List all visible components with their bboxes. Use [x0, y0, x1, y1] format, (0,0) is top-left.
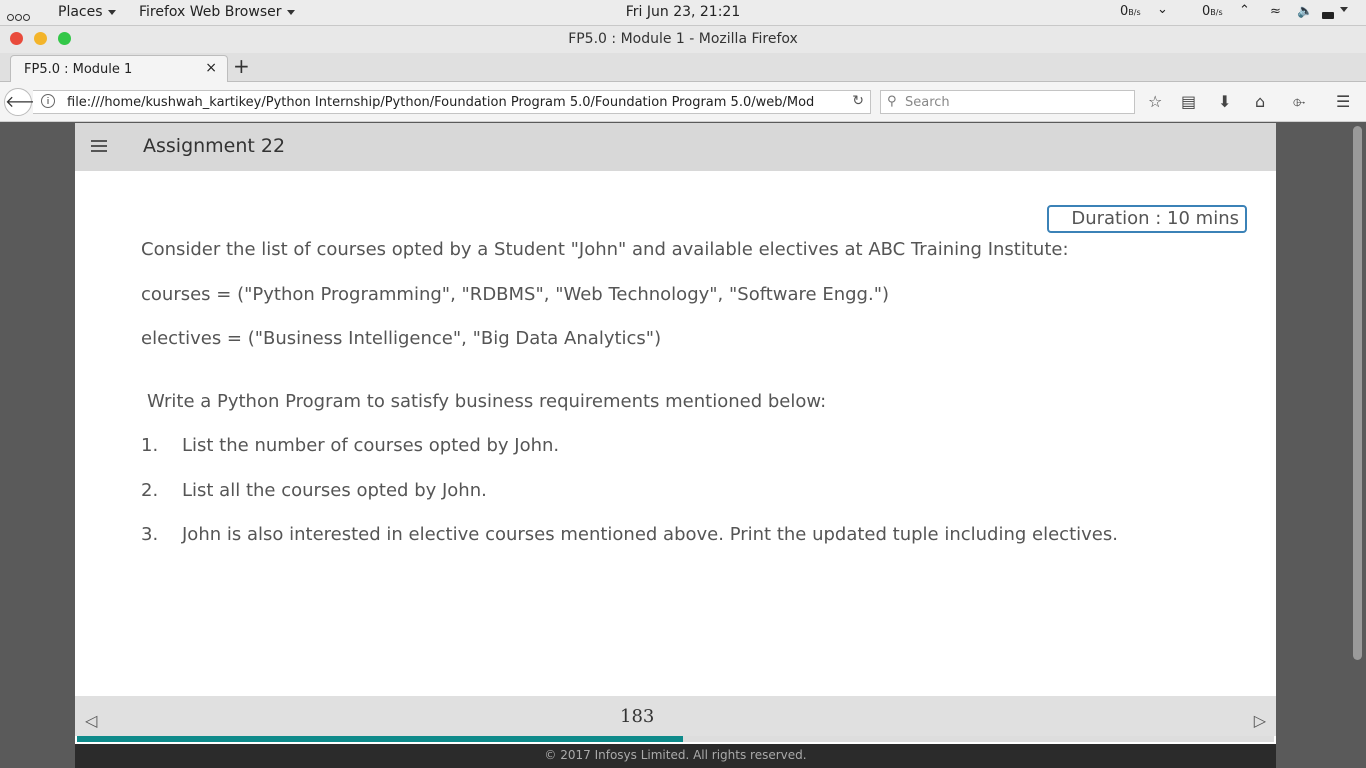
volume-icon[interactable]: 🔈: [1297, 4, 1313, 19]
chevron-down-icon[interactable]: ⌄: [1157, 2, 1168, 17]
progress-bar: [77, 736, 1274, 742]
intro-text: Consider the list of courses opted by a …: [141, 239, 1069, 260]
wifi-icon[interactable]: ≈: [1270, 4, 1281, 19]
slide-navigation: ◁ 183 ▷: [75, 696, 1276, 736]
chevron-up-icon[interactable]: ⌃: [1239, 3, 1250, 18]
tab-module-1[interactable]: FP5.0 : Module 1 ×: [10, 55, 228, 82]
menu-icon[interactable]: [91, 140, 107, 155]
net-download-unit: B/s: [1128, 8, 1141, 17]
net-upload-indicator: 0B/s: [1202, 4, 1223, 19]
assignment-card: Assignment 22 Duration : 10 mins Conside…: [75, 123, 1276, 768]
list-item-text: List the number of courses opted by John…: [182, 435, 560, 456]
card-header: Assignment 22: [75, 123, 1276, 171]
system-top-bar: Places Firefox Web Browser Fri Jun 23, 2…: [0, 0, 1366, 26]
duration-badge: Duration : 10 mins: [1047, 205, 1247, 233]
list-item-number: 1.: [141, 435, 159, 456]
tab-label: FP5.0 : Module 1: [24, 62, 133, 77]
reload-icon[interactable]: ↻: [852, 93, 864, 109]
info-icon[interactable]: i: [41, 94, 55, 108]
window-title-bar: FP5.0 : Module 1 - Mozilla Firefox: [0, 26, 1366, 53]
reading-list-icon[interactable]: ▤: [1181, 92, 1196, 111]
page-number: 183: [620, 706, 655, 727]
progress-bar-fill: [77, 736, 683, 742]
tab-strip: FP5.0 : Module 1 × +: [0, 53, 1366, 82]
battery-icon[interactable]: [1322, 8, 1334, 23]
close-icon[interactable]: ×: [205, 60, 217, 76]
courses-line: courses = ("Python Programming", "RDBMS"…: [141, 284, 890, 305]
hamburger-menu-icon[interactable]: ☰: [1336, 92, 1350, 111]
bookmark-star-icon[interactable]: ☆: [1148, 92, 1162, 111]
page-scrollbar[interactable]: [1353, 126, 1362, 660]
download-icon[interactable]: ⬇: [1218, 92, 1231, 111]
list-item-number: 3.: [141, 524, 159, 545]
list-item-number: 2.: [141, 480, 159, 501]
back-button[interactable]: 🡐: [4, 88, 48, 116]
url-bar[interactable]: i file:///home/kushwah_kartikey/Python I…: [33, 90, 871, 114]
url-text[interactable]: file:///home/kushwah_kartikey/Python Int…: [67, 95, 847, 110]
previous-arrow-icon[interactable]: ◁: [85, 711, 97, 730]
task-text: Write a Python Program to satisfy busine…: [147, 391, 827, 412]
pocket-icon[interactable]: ⌱: [1293, 92, 1305, 112]
page-title: Assignment 22: [143, 135, 286, 157]
home-icon[interactable]: ⌂: [1255, 92, 1265, 111]
copyright-footer: © 2017 Infosys Limited. All rights reser…: [75, 744, 1276, 768]
list-item-text: List all the courses opted by John.: [182, 480, 487, 501]
electives-line: electives = ("Business Intelligence", "B…: [141, 328, 662, 349]
next-arrow-icon[interactable]: ▷: [1254, 711, 1266, 730]
navigation-toolbar: 🡐 i file:///home/kushwah_kartikey/Python…: [0, 82, 1366, 122]
window-title: FP5.0 : Module 1 - Mozilla Firefox: [568, 31, 798, 47]
search-icon: ⚲: [887, 94, 897, 109]
search-placeholder: Search: [905, 95, 950, 110]
net-download-indicator: 0B/s: [1120, 4, 1141, 19]
chevron-down-icon[interactable]: [1340, 2, 1348, 17]
search-input[interactable]: ⚲ Search: [880, 90, 1135, 114]
net-upload-unit: B/s: [1210, 8, 1223, 17]
list-item-text: John is also interested in elective cour…: [182, 524, 1118, 545]
new-tab-button[interactable]: +: [233, 54, 250, 78]
